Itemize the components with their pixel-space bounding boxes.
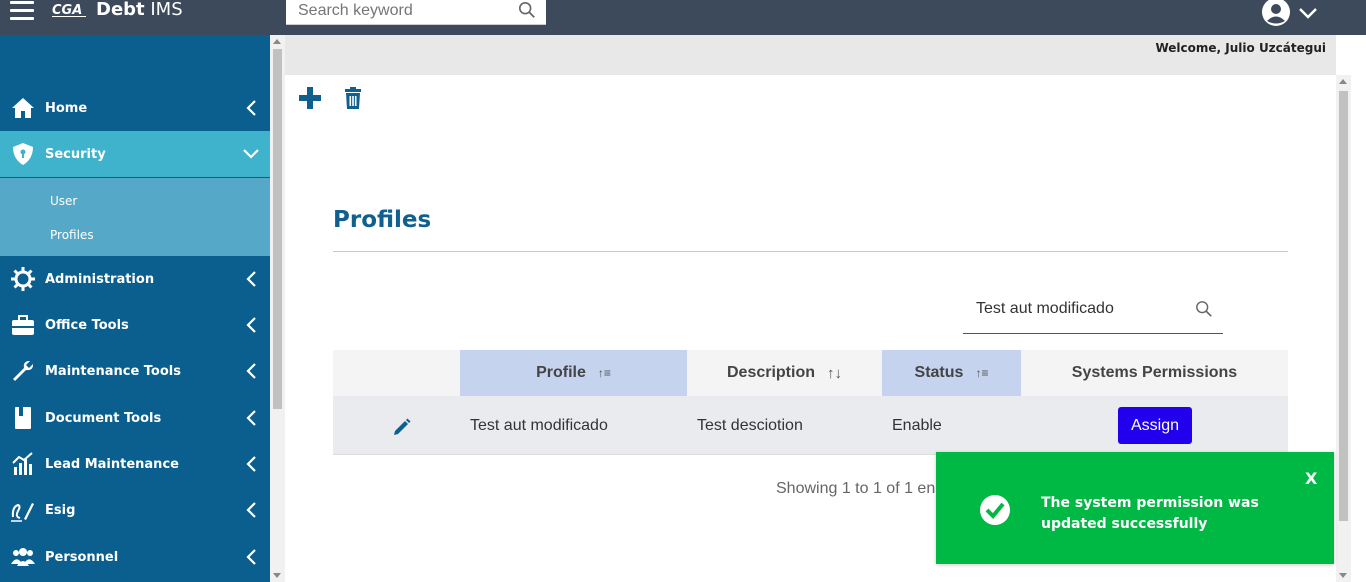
- cell-description: Test desciotion: [697, 416, 803, 434]
- title-divider: [333, 251, 1288, 252]
- submenu-item-user[interactable]: User: [50, 194, 77, 208]
- security-submenu: User Profiles: [0, 178, 270, 256]
- check-circle-icon: [980, 495, 1010, 525]
- sidebar: Home Security User Profiles Administrati…: [0, 35, 270, 582]
- assign-button[interactable]: Assign: [1118, 407, 1192, 444]
- sidebar-item-security[interactable]: Security: [0, 131, 270, 177]
- bar-chart-icon: [12, 452, 33, 475]
- sidebar-item-label: Administration: [45, 271, 155, 287]
- main-scroll-thumb[interactable]: [1339, 91, 1348, 521]
- chevron-left-icon: [246, 363, 256, 379]
- search-icon[interactable]: [1195, 300, 1213, 318]
- chevron-left-icon: [246, 317, 256, 333]
- sidebar-item-label: Home: [45, 100, 88, 116]
- chevron-down-icon: [243, 149, 259, 159]
- brand-strong: Debt: [96, 0, 145, 20]
- sidebar-item-label: Office Tools: [45, 317, 129, 333]
- brand-light: IMS: [150, 0, 183, 20]
- column-label: Systems Permissions: [1071, 364, 1238, 381]
- gear-icon: [11, 267, 35, 291]
- shield-icon: [13, 143, 33, 165]
- global-search: [286, 0, 546, 25]
- book-icon: [15, 407, 31, 429]
- scroll-up-arrow[interactable]: [273, 39, 281, 44]
- user-menu[interactable]: [1260, 0, 1322, 26]
- sidebar-item-maintenance-tools[interactable]: Maintenance Tools: [0, 348, 270, 394]
- sidebar-item-esig[interactable]: Esig: [0, 487, 270, 533]
- sort-asc-icon[interactable]: ↑≡: [598, 366, 611, 380]
- sidebar-item-label: Esig: [45, 502, 76, 518]
- sidebar-item-label: Lead Maintenance: [45, 456, 179, 472]
- pencil-icon[interactable]: [393, 418, 411, 436]
- sidebar-item-lead-maintenance[interactable]: Lead Maintenance: [0, 441, 270, 487]
- submenu-item-profiles[interactable]: Profiles: [50, 228, 94, 242]
- chevron-left-icon: [246, 502, 256, 518]
- table-info: Showing 1 to 1 of 1 en: [776, 480, 936, 497]
- column-label: Profile: [536, 364, 586, 381]
- chevron-left-icon: [246, 549, 256, 565]
- column-header-systems-permissions: Systems Permissions: [1021, 350, 1288, 396]
- top-bar: CGA Debt IMS: [0, 0, 1366, 35]
- sidebar-item-administration[interactable]: Administration: [0, 256, 270, 302]
- welcome-text: Welcome, Julio Uzcátegui: [1155, 41, 1326, 55]
- wrench-icon: [13, 361, 33, 381]
- table-filter: [963, 290, 1223, 334]
- people-icon: [11, 548, 35, 566]
- scroll-up-arrow[interactable]: [1339, 79, 1347, 84]
- chevron-down-icon[interactable]: [1299, 8, 1317, 19]
- scroll-down-arrow[interactable]: [273, 573, 281, 578]
- cell-profile: Test aut modificado: [470, 416, 608, 434]
- search-icon[interactable]: [518, 1, 536, 19]
- chevron-left-icon: [246, 271, 256, 287]
- cga-logo: CGA: [52, 3, 86, 18]
- toast-message: The system permission was updated succes…: [1041, 495, 1259, 532]
- search-input[interactable]: [298, 0, 498, 22]
- sidebar-scroll-thumb[interactable]: [273, 49, 282, 409]
- scroll-down-arrow[interactable]: [1339, 573, 1347, 578]
- welcome-bar: Welcome, Julio Uzcátegui: [285, 35, 1336, 75]
- table-header: Profile ↑≡ Description ↑↓ Status ↑≡ Systems…: [333, 350, 1288, 396]
- brand-name: Debt IMS: [96, 0, 183, 20]
- sort-both-icon[interactable]: ↑↓: [827, 365, 842, 382]
- success-toast: X The system permission was updated succ…: [936, 452, 1334, 564]
- sidebar-item-label: Document Tools: [45, 410, 162, 426]
- cell-status: Enable: [892, 416, 942, 434]
- add-icon[interactable]: [298, 86, 322, 110]
- chevron-left-icon: [246, 456, 256, 472]
- table-row: Test aut modificado Test desciotion Enab…: [333, 396, 1288, 455]
- trash-icon[interactable]: [344, 87, 362, 109]
- sidebar-item-personnel[interactable]: Personnel: [0, 534, 270, 580]
- home-icon: [12, 98, 34, 118]
- sidebar-item-label: Personnel: [45, 549, 119, 565]
- sort-asc-icon[interactable]: ↑≡: [975, 366, 988, 380]
- hamburger-icon[interactable]: [10, 1, 34, 21]
- page-title: Profiles: [333, 207, 432, 233]
- sidebar-item-label: Maintenance Tools: [45, 363, 181, 379]
- sidebar-item-label: Security: [45, 146, 106, 162]
- sidebar-item-document-tools[interactable]: Document Tools: [0, 395, 270, 441]
- chevron-left-icon: [246, 410, 256, 426]
- main-scrollbar[interactable]: [1336, 75, 1351, 582]
- column-label: Status: [914, 364, 964, 381]
- sidebar-scrollbar[interactable]: [270, 35, 285, 582]
- svg-text:CGA: CGA: [52, 3, 82, 18]
- sidebar-item-home[interactable]: Home: [0, 85, 270, 131]
- sidebar-item-office-tools[interactable]: Office Tools: [0, 302, 270, 348]
- filter-input[interactable]: [976, 298, 1176, 320]
- column-header-profile[interactable]: Profile ↑≡: [460, 350, 687, 396]
- column-header-description[interactable]: Description ↑↓: [687, 350, 882, 396]
- signature-icon: [11, 503, 34, 522]
- toast-close-button[interactable]: X: [1305, 469, 1317, 488]
- column-header-status[interactable]: Status ↑≡: [882, 350, 1021, 396]
- user-avatar-icon[interactable]: [1262, 0, 1290, 26]
- chevron-left-icon: [246, 100, 256, 116]
- column-label: Description: [726, 364, 815, 381]
- briefcase-icon: [12, 315, 34, 335]
